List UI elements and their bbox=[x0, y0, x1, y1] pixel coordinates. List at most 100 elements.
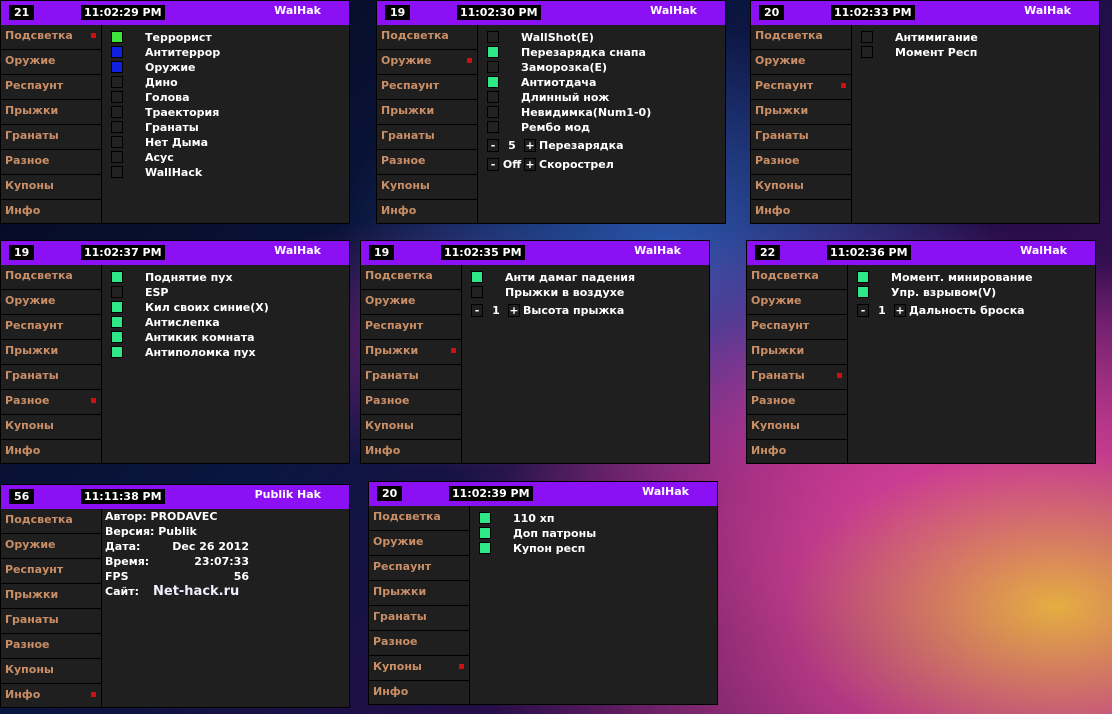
menu-item[interactable]: Прыжки bbox=[751, 100, 851, 125]
option-row[interactable]: Антимигание bbox=[861, 30, 1095, 45]
option-row[interactable]: Поднятие пух bbox=[111, 270, 345, 285]
menu-item[interactable]: Прыжки bbox=[1, 584, 101, 609]
decrement-button[interactable]: - bbox=[471, 304, 483, 317]
menu-item[interactable]: Прыжки bbox=[1, 100, 101, 125]
option-row[interactable]: Антислепка bbox=[111, 315, 345, 330]
menu-item[interactable]: Разное bbox=[751, 150, 851, 175]
increment-button[interactable]: + bbox=[524, 139, 536, 152]
option-checkbox[interactable] bbox=[111, 346, 123, 358]
option-row[interactable]: Перезарядка снапа bbox=[487, 45, 721, 60]
option-checkbox[interactable] bbox=[487, 121, 499, 133]
menu-item[interactable]: Инфо bbox=[751, 200, 851, 225]
menu-item[interactable]: Прыжки bbox=[377, 100, 477, 125]
menu-item[interactable]: Купоны bbox=[369, 656, 469, 681]
menu-item[interactable]: Прыжки bbox=[1, 340, 101, 365]
menu-item[interactable]: Подсветка bbox=[751, 25, 851, 50]
increment-button[interactable]: + bbox=[524, 158, 536, 171]
menu-item[interactable]: Инфо bbox=[377, 200, 477, 225]
menu-item[interactable]: Респаунт bbox=[369, 556, 469, 581]
option-checkbox[interactable] bbox=[487, 106, 499, 118]
option-checkbox[interactable] bbox=[111, 31, 123, 43]
menu-item[interactable]: Респаунт bbox=[747, 315, 847, 340]
menu-item[interactable]: Купоны bbox=[1, 175, 101, 200]
option-checkbox[interactable] bbox=[471, 271, 483, 283]
decrement-button[interactable]: - bbox=[857, 304, 869, 317]
option-row[interactable]: Невидимка(Num1-0) bbox=[487, 105, 721, 120]
menu-item[interactable]: Прыжки bbox=[369, 581, 469, 606]
menu-item[interactable]: Купоны bbox=[747, 415, 847, 440]
option-row[interactable]: Нет Дыма bbox=[111, 135, 345, 150]
option-checkbox[interactable] bbox=[111, 331, 123, 343]
menu-item[interactable]: Респаунт bbox=[1, 559, 101, 584]
menu-item[interactable]: Респаунт bbox=[751, 75, 851, 100]
option-checkbox[interactable] bbox=[111, 91, 123, 103]
option-checkbox[interactable] bbox=[111, 166, 123, 178]
option-checkbox[interactable] bbox=[111, 76, 123, 88]
menu-item[interactable]: Оружие bbox=[377, 50, 477, 75]
option-row[interactable]: Траектория bbox=[111, 105, 345, 120]
menu-item[interactable]: Инфо bbox=[369, 681, 469, 706]
option-checkbox[interactable] bbox=[861, 31, 873, 43]
option-row[interactable]: Асус bbox=[111, 150, 345, 165]
menu-item[interactable]: Инфо bbox=[1, 684, 101, 709]
option-checkbox[interactable] bbox=[479, 512, 491, 524]
menu-item[interactable]: Прыжки bbox=[361, 340, 461, 365]
menu-item[interactable]: Разное bbox=[361, 390, 461, 415]
menu-item[interactable]: Гранаты bbox=[747, 365, 847, 390]
option-checkbox[interactable] bbox=[857, 286, 869, 298]
option-row[interactable]: Заморозка(E) bbox=[487, 60, 721, 75]
option-checkbox[interactable] bbox=[111, 121, 123, 133]
increment-button[interactable]: + bbox=[508, 304, 520, 317]
menu-item[interactable]: Оружие bbox=[747, 290, 847, 315]
menu-item[interactable]: Респаунт bbox=[361, 315, 461, 340]
menu-item[interactable]: Разное bbox=[1, 150, 101, 175]
option-row[interactable]: Гранаты bbox=[111, 120, 345, 135]
increment-button[interactable]: + bbox=[894, 304, 906, 317]
option-row[interactable]: Террорист bbox=[111, 30, 345, 45]
option-row[interactable]: Доп патроны bbox=[479, 526, 713, 541]
option-checkbox[interactable] bbox=[487, 31, 499, 43]
option-checkbox[interactable] bbox=[487, 46, 499, 58]
option-checkbox[interactable] bbox=[111, 46, 123, 58]
menu-item[interactable]: Купоны bbox=[377, 175, 477, 200]
menu-item[interactable]: Подсветка bbox=[1, 509, 101, 534]
menu-item[interactable]: Подсветка bbox=[377, 25, 477, 50]
option-row[interactable]: Кил своих синие(X) bbox=[111, 300, 345, 315]
option-row[interactable]: WallHack bbox=[111, 165, 345, 180]
menu-item[interactable]: Подсветка bbox=[747, 265, 847, 290]
option-checkbox[interactable] bbox=[111, 316, 123, 328]
menu-item[interactable]: Инфо bbox=[361, 440, 461, 465]
option-row[interactable]: Упр. взрывом(V) bbox=[857, 285, 1091, 300]
option-row[interactable]: Анти дамаг падения bbox=[471, 270, 705, 285]
menu-item[interactable]: Разное bbox=[747, 390, 847, 415]
option-checkbox[interactable] bbox=[487, 76, 499, 88]
menu-item[interactable]: Гранаты bbox=[1, 365, 101, 390]
menu-item[interactable]: Разное bbox=[1, 390, 101, 415]
menu-item[interactable]: Прыжки bbox=[747, 340, 847, 365]
option-row[interactable]: ESP bbox=[111, 285, 345, 300]
option-row[interactable]: Прыжки в воздухе bbox=[471, 285, 705, 300]
option-checkbox[interactable] bbox=[111, 271, 123, 283]
option-checkbox[interactable] bbox=[111, 151, 123, 163]
option-row[interactable]: Антиполомка пух bbox=[111, 345, 345, 360]
menu-item[interactable]: Оружие bbox=[369, 531, 469, 556]
option-checkbox[interactable] bbox=[111, 106, 123, 118]
option-row[interactable]: Длинный нож bbox=[487, 90, 721, 105]
option-checkbox[interactable] bbox=[111, 61, 123, 73]
menu-item[interactable]: Оружие bbox=[1, 290, 101, 315]
menu-item[interactable]: Гранаты bbox=[361, 365, 461, 390]
option-row[interactable]: Антиотдача bbox=[487, 75, 721, 90]
option-row[interactable]: 110 хп bbox=[479, 511, 713, 526]
option-checkbox[interactable] bbox=[487, 91, 499, 103]
menu-item[interactable]: Купоны bbox=[361, 415, 461, 440]
menu-item[interactable]: Купоны bbox=[1, 659, 101, 684]
option-checkbox[interactable] bbox=[111, 301, 123, 313]
menu-item[interactable]: Подсветка bbox=[369, 506, 469, 531]
menu-item[interactable]: Подсветка bbox=[361, 265, 461, 290]
option-row[interactable]: Рембо мод bbox=[487, 120, 721, 135]
option-row[interactable]: Момент Респ bbox=[861, 45, 1095, 60]
menu-item[interactable]: Гранаты bbox=[369, 606, 469, 631]
decrement-button[interactable]: - bbox=[487, 158, 499, 171]
menu-item[interactable]: Оружие bbox=[1, 50, 101, 75]
option-row[interactable]: Антитеррор bbox=[111, 45, 345, 60]
